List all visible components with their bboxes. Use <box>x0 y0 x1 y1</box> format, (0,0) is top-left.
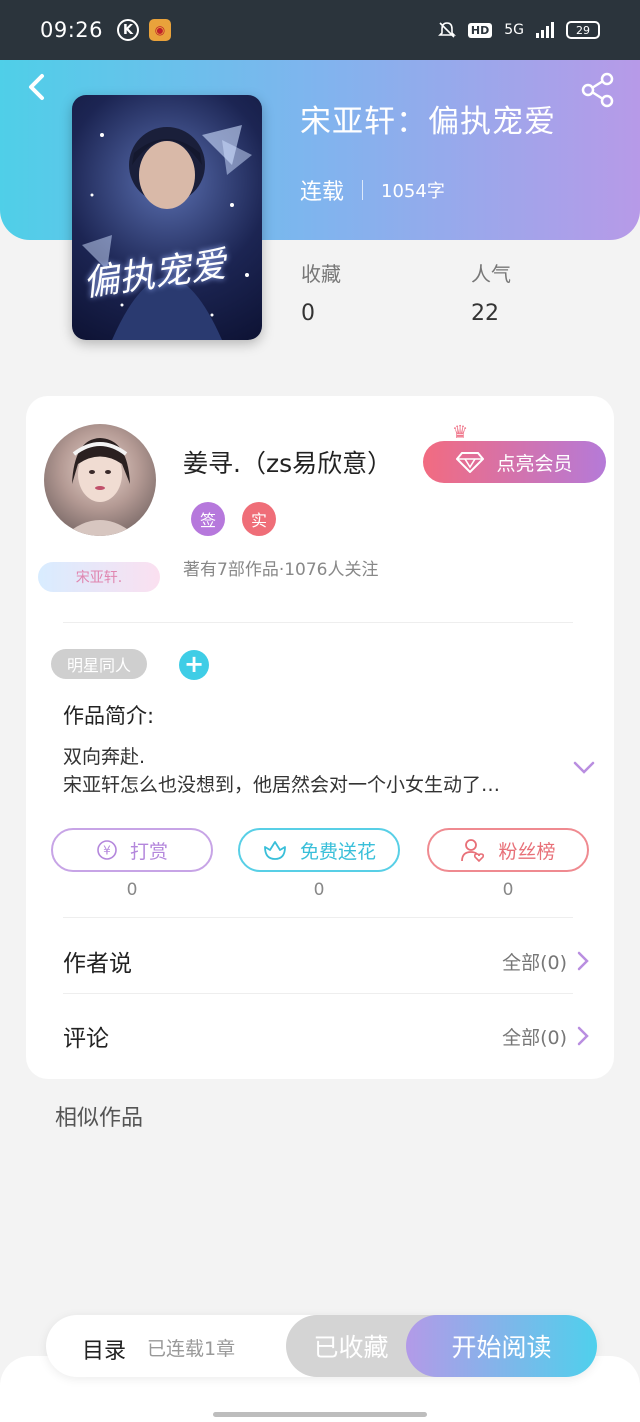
back-button[interactable] <box>22 72 52 102</box>
favorites-value: 0 <box>301 301 315 326</box>
send-flower-button[interactable]: 免费送花 <box>238 828 400 872</box>
fan-ranking-button[interactable]: 粉丝榜 <box>427 828 589 872</box>
intro-label: 作品简介: <box>63 704 155 728</box>
intro-line-1: 双向奔赴. <box>63 746 146 768</box>
flower-icon <box>264 841 286 860</box>
popularity-label: 人气 <box>471 262 511 286</box>
add-tag-button[interactable]: + <box>179 650 209 680</box>
comments-row[interactable]: 评论 全部(0) <box>63 1016 589 1056</box>
share-button[interactable] <box>580 72 616 108</box>
popularity-stat: 人气 22 <box>471 258 511 326</box>
back-icon <box>29 74 44 100</box>
book-meta: 连载 1054字 <box>300 174 445 206</box>
serial-status: 连载 <box>300 180 345 205</box>
chevron-right-icon <box>577 1026 589 1046</box>
divider <box>63 993 573 994</box>
tip-count: 0 <box>126 880 138 900</box>
author-says-row[interactable]: 作者说 全部(0) <box>63 941 589 981</box>
book-title: 宋亚轩：偏执宠爱 <box>300 104 556 140</box>
hd-icon: HD <box>467 22 493 38</box>
favorites-stat: 收藏 0 <box>301 258 341 326</box>
status-time: 09:26 <box>40 18 104 42</box>
signed-badge: 签 <box>191 502 225 536</box>
author-avatar[interactable] <box>44 424 156 536</box>
vip-button[interactable]: 点亮会员 <box>423 441 606 483</box>
battery-icon: 29 <box>566 21 600 39</box>
weibo-icon: ◉ <box>149 19 172 41</box>
chevron-down-icon <box>573 761 595 774</box>
word-count: 1054字 <box>381 181 445 202</box>
fans-count: 0 <box>502 880 514 900</box>
divider <box>63 622 573 623</box>
author-name[interactable]: 姜寻.（zs易欣意） <box>183 444 392 480</box>
fan-ranking-label: 粉丝榜 <box>498 840 556 863</box>
k-app-icon: K <box>117 19 140 41</box>
similar-works-title: 相似作品 <box>55 1106 144 1131</box>
verified-badge: 实 <box>242 502 276 536</box>
svg-text:¥: ¥ <box>103 844 111 858</box>
yen-icon: ¥ <box>97 840 117 860</box>
start-reading-button[interactable]: 开始阅读 <box>406 1315 597 1377</box>
crown-icon: ♛ <box>452 422 469 443</box>
genre-tag[interactable]: 明星同人 <box>51 649 147 679</box>
chevron-right-icon <box>577 951 589 971</box>
avatar-tag: 宋亚轩. <box>38 562 160 592</box>
tip-button[interactable]: ¥ 打赏 <box>51 828 213 872</box>
author-says-title: 作者说 <box>63 951 132 977</box>
author-says-more[interactable]: 全部(0) <box>502 948 589 975</box>
comments-count: 全部(0) <box>502 1026 567 1049</box>
comments-more[interactable]: 全部(0) <box>502 1023 589 1050</box>
author-says-count: 全部(0) <box>502 951 567 974</box>
meta-divider <box>362 180 364 200</box>
signal-icon <box>536 22 554 38</box>
toc-status: 已连载1章 <box>147 1338 236 1360</box>
fans-icon <box>461 839 485 862</box>
collected-label: 已收藏 <box>313 1333 389 1362</box>
status-bar: 09:26 K ◉ HD 5G 29 <box>0 0 640 60</box>
author-info: 著有7部作品·1076人关注 <box>183 560 379 580</box>
expand-button[interactable] <box>572 760 596 776</box>
diamond-icon <box>456 452 485 473</box>
network-label: 5G <box>504 22 524 38</box>
tip-label: 打赏 <box>129 840 168 863</box>
intro-text[interactable]: 双向奔赴. 宋亚轩怎么也没想到，他居然会对一个小女生动了… <box>63 743 563 799</box>
share-icon <box>581 72 614 108</box>
intro-line-2: 宋亚轩怎么也没想到，他居然会对一个小女生动了… <box>63 774 501 796</box>
book-cover[interactable]: 偏执宠爱 <box>72 95 262 340</box>
comments-title: 评论 <box>63 1026 109 1052</box>
favorites-label: 收藏 <box>301 262 341 286</box>
divider <box>63 917 573 918</box>
mute-bell-icon <box>437 22 456 38</box>
flower-count: 0 <box>313 880 325 900</box>
popularity-value: 22 <box>471 301 499 326</box>
home-indicator[interactable] <box>213 1412 427 1417</box>
toc-button[interactable]: 目录 <box>82 1333 126 1365</box>
start-reading-label: 开始阅读 <box>451 1333 552 1362</box>
send-flower-label: 免费送花 <box>299 840 376 863</box>
vip-button-label: 点亮会员 <box>496 452 573 475</box>
avatar-image <box>64 438 136 536</box>
